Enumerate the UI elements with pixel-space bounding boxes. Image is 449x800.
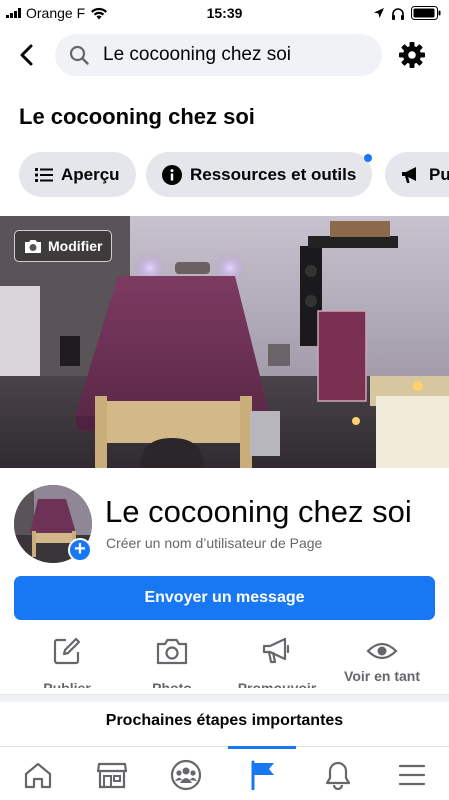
modify-cover-button[interactable]: Modifier xyxy=(14,230,113,262)
action-label: Photo xyxy=(152,680,192,688)
action-row: Publier Photo Promouvoir Voir en tant xyxy=(0,630,449,688)
nav-marketplace[interactable] xyxy=(92,757,132,793)
bottom-nav xyxy=(0,746,449,800)
nav-pages[interactable] xyxy=(243,757,283,793)
tab-label: Aperçu xyxy=(61,164,120,184)
tab-label: Ressources et outils xyxy=(190,164,357,184)
search-icon xyxy=(69,45,89,65)
settings-button[interactable] xyxy=(397,40,427,70)
publish-button[interactable]: Publier xyxy=(17,630,117,688)
photo-button[interactable]: Photo xyxy=(122,630,222,688)
marketplace-icon xyxy=(96,762,128,789)
cover-photo[interactable]: Modifier xyxy=(0,216,449,468)
notifications-bell-icon xyxy=(325,761,351,790)
tab-label: Pu xyxy=(429,164,449,184)
megaphone-icon xyxy=(227,634,327,668)
tab-ressources-et-outils[interactable]: Ressources et outils xyxy=(146,152,373,197)
profile-name: Le cocooning chez soi xyxy=(105,494,412,529)
page-title: Le cocooning chez soi xyxy=(19,104,255,129)
home-icon xyxy=(24,762,52,789)
action-label: Voir en tant xyxy=(344,668,420,684)
action-label: Promouvoir xyxy=(237,680,317,688)
list-icon xyxy=(35,167,53,183)
view-as-button[interactable]: Voir en tant xyxy=(332,630,432,688)
headphones-icon xyxy=(392,7,404,20)
add-profile-photo-button[interactable]: + xyxy=(68,538,92,562)
nav-menu[interactable] xyxy=(392,757,432,793)
search-header: Le cocooning chez soi xyxy=(0,30,449,80)
camera-icon xyxy=(122,634,222,668)
chevron-left-icon xyxy=(20,44,33,66)
page-tabs: Aperçu Ressources et outils Pu xyxy=(19,152,449,198)
tab-apercu[interactable]: Aperçu xyxy=(19,152,136,197)
camera-icon xyxy=(25,239,41,253)
nav-groups[interactable] xyxy=(166,757,206,793)
status-icons xyxy=(373,6,441,20)
nav-home[interactable] xyxy=(18,757,58,793)
action-label: Publier xyxy=(43,680,91,688)
send-message-button[interactable]: Envoyer un message xyxy=(14,576,435,620)
megaphone-icon xyxy=(401,166,421,184)
active-tab-indicator xyxy=(228,746,296,749)
search-input[interactable]: Le cocooning chez soi xyxy=(55,34,382,76)
battery-icon xyxy=(411,6,441,20)
tab-publicites[interactable]: Pu xyxy=(385,152,449,197)
create-username-link[interactable]: Créer un nom d’utilisateur de Page xyxy=(106,535,322,551)
section-divider xyxy=(0,694,449,702)
groups-icon xyxy=(170,759,202,791)
notification-dot xyxy=(364,154,372,162)
gear-icon xyxy=(399,42,425,68)
modify-label: Modifier xyxy=(48,238,103,254)
eye-icon xyxy=(332,634,432,668)
location-arrow-icon xyxy=(374,8,384,18)
pages-flag-icon xyxy=(251,760,274,790)
promote-button[interactable]: Promouvoir xyxy=(227,630,327,688)
menu-icon xyxy=(398,764,426,786)
back-button[interactable] xyxy=(12,40,42,70)
status-bar: Orange F 15:39 xyxy=(0,0,449,26)
info-icon xyxy=(162,164,182,185)
search-query: Le cocooning chez soi xyxy=(103,44,292,65)
next-steps-heading[interactable]: Prochaines étapes importantes xyxy=(0,712,449,730)
edit-icon xyxy=(17,634,117,668)
nav-notifications[interactable] xyxy=(318,757,358,793)
